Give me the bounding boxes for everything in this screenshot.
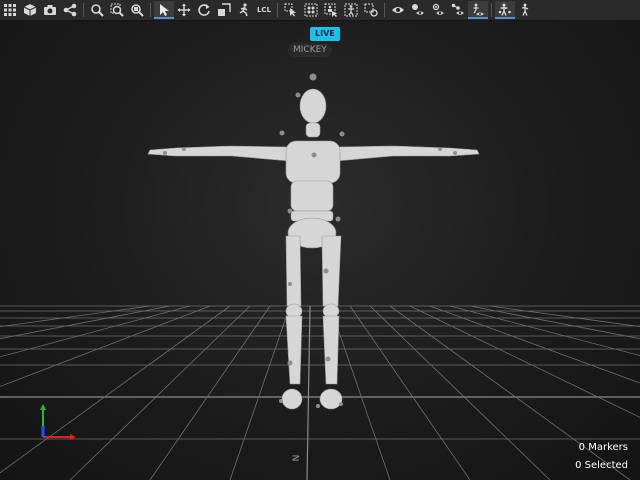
mannequin-figure <box>147 88 480 410</box>
toolbar-separator <box>150 3 151 17</box>
zoom-icon[interactable] <box>87 1 107 19</box>
grid-icon[interactable] <box>0 1 20 19</box>
figure-left-thigh <box>285 235 302 307</box>
run-figure-icon[interactable] <box>234 1 254 19</box>
compass-label: N <box>289 454 300 462</box>
nodes-icon[interactable] <box>60 1 80 19</box>
figure-right-arm <box>335 145 480 162</box>
actor-name-label: MICKEY <box>288 43 332 57</box>
marker-assign-icon[interactable] <box>321 1 341 19</box>
bone-figure-icon[interactable] <box>515 1 535 19</box>
live-badge: LIVE <box>310 27 340 41</box>
toolbar-separator <box>83 3 84 17</box>
marker-count-status: 0 Markers <box>578 442 628 453</box>
visibility-rigid-icon[interactable] <box>428 1 448 19</box>
visibility-markers-icon[interactable] <box>408 1 428 19</box>
figure-neck <box>305 122 321 138</box>
floor-grid <box>0 305 640 480</box>
toolbar-separator <box>384 3 385 17</box>
cube-icon[interactable] <box>20 1 40 19</box>
select-arrow-icon[interactable] <box>154 1 174 19</box>
figure-abdomen <box>290 180 334 212</box>
camera-icon[interactable] <box>40 1 60 19</box>
toolbar: LCL <box>0 0 640 21</box>
skeleton-icon[interactable] <box>341 1 361 19</box>
scene-canvas <box>0 73 640 480</box>
local-space-text: LCL <box>256 6 272 14</box>
eye-icon[interactable] <box>388 1 408 19</box>
local-space-label[interactable]: LCL <box>254 1 274 19</box>
toolbar-separator <box>491 3 492 17</box>
figure-head <box>299 88 327 124</box>
figure-right-foot <box>319 388 343 410</box>
zoom-area-icon[interactable] <box>107 1 127 19</box>
rotate-icon[interactable] <box>194 1 214 19</box>
figure-right-shin <box>322 315 340 385</box>
visibility-links-icon[interactable] <box>448 1 468 19</box>
scale-icon[interactable] <box>214 1 234 19</box>
marker-select-icon[interactable] <box>281 1 301 19</box>
move-icon[interactable] <box>174 1 194 19</box>
3d-viewport[interactable]: LIVE MICKEY N 0 Markers 0 Selected <box>0 21 640 480</box>
actor-icon[interactable] <box>495 1 515 19</box>
marker-remove-icon[interactable] <box>361 1 381 19</box>
zoom-fit-icon[interactable] <box>127 1 147 19</box>
marker-add-icon[interactable] <box>301 1 321 19</box>
figure-chest <box>285 140 341 184</box>
toolbar-separator <box>277 3 278 17</box>
selected-count-status: 0 Selected <box>575 460 628 471</box>
visibility-skeleton-icon[interactable] <box>468 1 488 19</box>
figure-left-foot <box>281 388 303 410</box>
figure-left-arm <box>147 145 291 162</box>
figure-left-shin <box>285 315 303 385</box>
